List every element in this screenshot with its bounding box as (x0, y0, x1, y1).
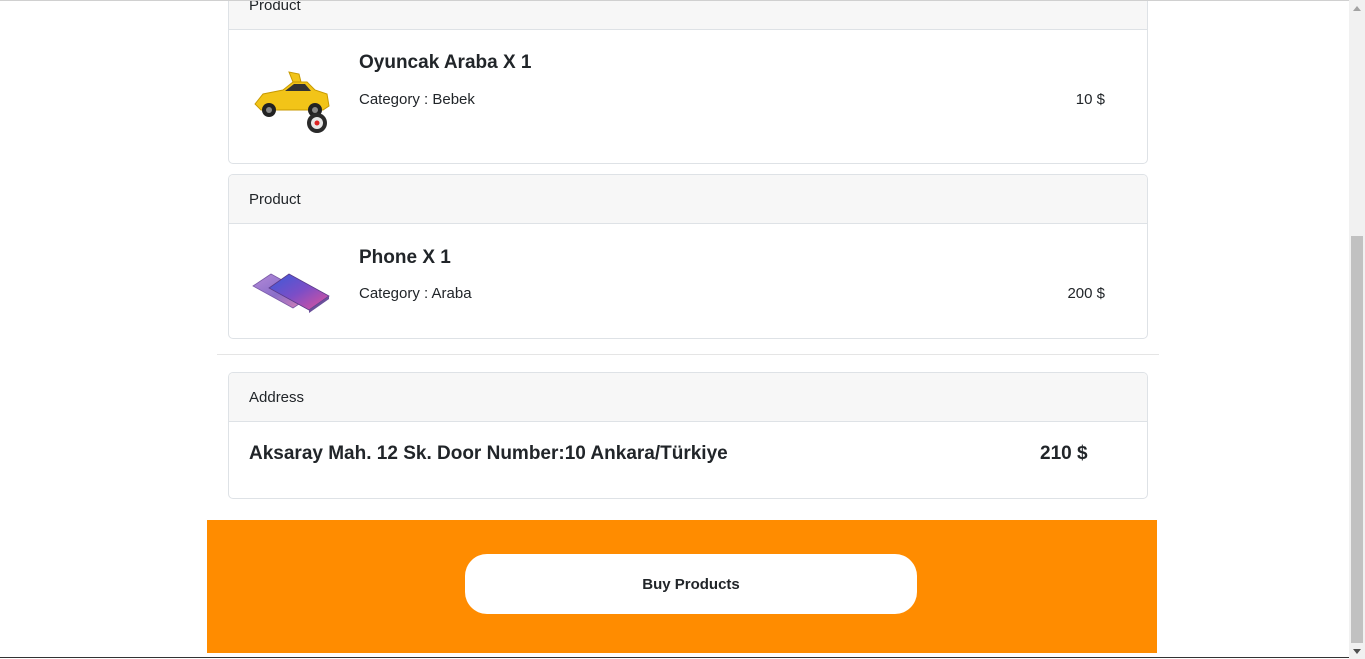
product-price: 200 $ (1067, 285, 1105, 302)
scroll-down-arrow-icon[interactable] (1349, 643, 1365, 659)
address-card: Address Aksaray Mah. 12 Sk. Door Number:… (228, 372, 1148, 499)
scroll-up-arrow-icon[interactable] (1349, 0, 1365, 16)
product-card: Product Oyuncak Araba X 1 Category: Beb… (228, 0, 1148, 164)
product-category: Category : Araba (359, 285, 472, 302)
phone-image (249, 254, 335, 324)
product-card-header-label: Product (249, 0, 301, 14)
product-name: Oyuncak Araba X 1 (359, 52, 532, 73)
checkout-panel: Buy Products (207, 520, 1157, 653)
product-card-header: Product (229, 175, 1147, 224)
product-category: Category : Bebek (359, 91, 475, 108)
product-price: 10 $ (1075, 91, 1105, 108)
address-card-header-label: Address (249, 388, 305, 406)
product-name: Phone X 1 (359, 247, 451, 268)
product-card-header: Product (229, 0, 1147, 30)
product-card: Product Phone X 1 Category: Araba 200 $ (228, 174, 1148, 339)
page-content: Product Oyuncak Araba X 1 Category: Beb… (0, 0, 1349, 659)
section-divider (217, 354, 1159, 355)
toy-car-image (249, 64, 335, 134)
scrollbar-thumb[interactable] (1351, 236, 1363, 643)
order-total: 210 $ (1040, 443, 1088, 464)
address-text: Aksaray Mah. 12 Sk. Door Number:10 Ankar… (249, 443, 728, 464)
address-card-header: Address (229, 373, 1147, 422)
product-card-header-label: Product (249, 190, 301, 208)
buy-products-button[interactable]: Buy Products (465, 554, 917, 614)
vertical-scrollbar[interactable] (1349, 0, 1365, 659)
